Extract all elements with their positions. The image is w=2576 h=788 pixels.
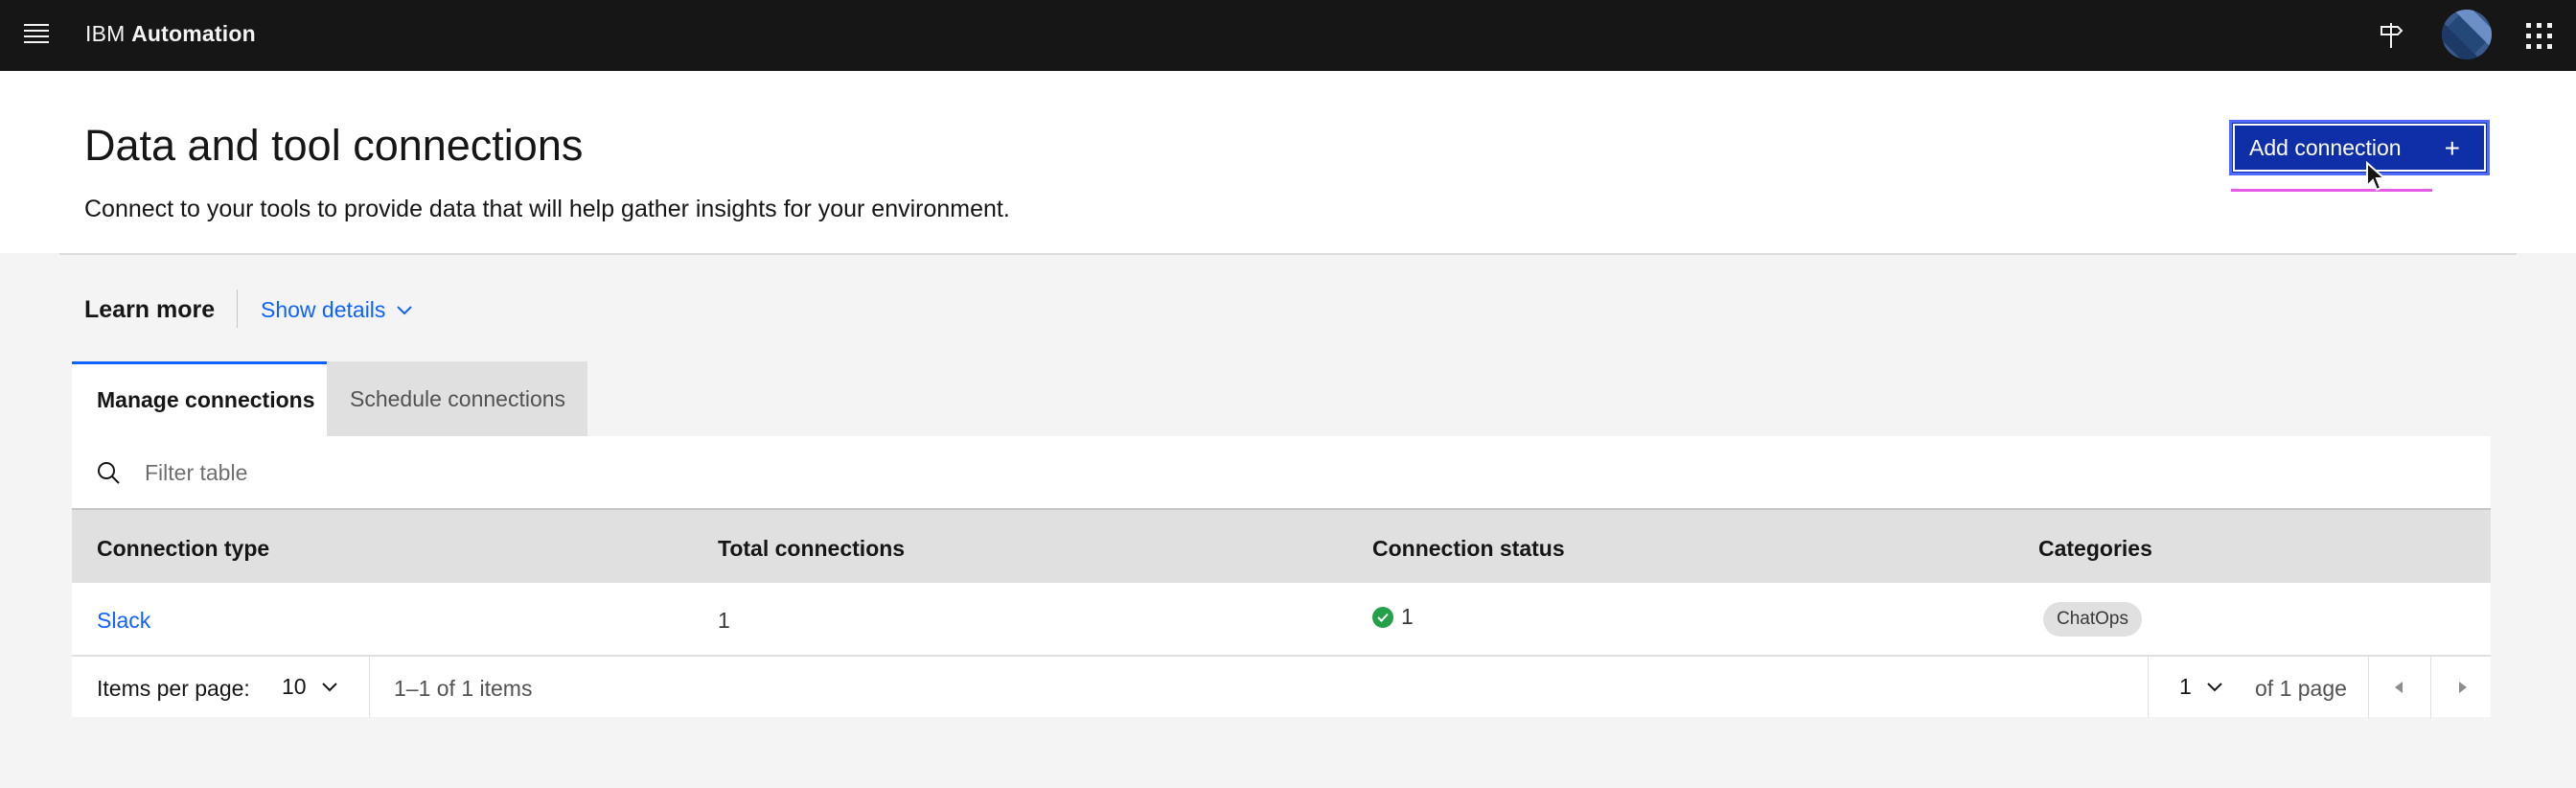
chevron-down-icon (321, 682, 337, 691)
total-connections-value: 1 (718, 608, 730, 633)
app-switcher-icon[interactable] (2520, 17, 2557, 54)
category-tag: ChatOps (2043, 602, 2142, 637)
tab-label: Manage connections (97, 387, 315, 412)
tab-manage-connections[interactable]: Manage connections (72, 361, 327, 436)
pagination-divider (2148, 657, 2149, 718)
add-connection-button[interactable]: Add connection + (2229, 120, 2490, 175)
chevron-down-icon (397, 305, 413, 314)
success-check-icon (1372, 606, 1393, 628)
pagination-bar: Items per page: 10 1–1 of 1 items 1 of 1… (72, 656, 2493, 718)
focus-underline (2231, 189, 2432, 192)
connections-table: Connection type Total connections Connec… (72, 436, 2493, 718)
column-header-connection-status[interactable]: Connection status (1372, 536, 1565, 562)
pin-icon[interactable] (2375, 19, 2407, 52)
top-navigation-bar: IBM Automation (0, 0, 2576, 71)
caret-left-icon (2395, 682, 2403, 693)
page-subtitle: Connect to your tools to provide data th… (84, 196, 1010, 222)
status-count: 1 (1401, 604, 1414, 629)
add-connection-label: Add connection (2249, 134, 2402, 160)
vertical-divider (237, 290, 238, 328)
connection-type-link[interactable]: Slack (97, 608, 150, 634)
pagination-divider (369, 657, 370, 718)
filter-table-input[interactable] (145, 453, 720, 492)
section-divider (59, 253, 2517, 255)
show-details-link[interactable]: Show details (261, 297, 413, 323)
table-header-row: Connection type Total connections Connec… (72, 510, 2491, 583)
column-header-categories[interactable]: Categories (2038, 536, 2152, 562)
plus-icon: + (2444, 133, 2460, 163)
page-total-text: of 1 page (2255, 676, 2347, 701)
menu-icon[interactable] (19, 16, 54, 51)
page-title: Data and tool connections (84, 121, 584, 170)
chevron-down-icon (2207, 682, 2222, 691)
connection-status-cell: 1 (1372, 604, 1414, 630)
avatar[interactable] (2442, 10, 2492, 59)
column-header-connection-type[interactable]: Connection type (97, 536, 269, 562)
table-row: Slack 1 1 ChatOps (72, 583, 2491, 656)
search-icon (98, 462, 120, 484)
items-per-page-value: 10 (282, 674, 307, 699)
items-per-page-label: Items per page: (97, 676, 250, 701)
show-details-label: Show details (261, 297, 386, 322)
brand-product: Automation (131, 21, 256, 46)
brand-name[interactable]: IBM Automation (85, 21, 256, 47)
items-per-page-select[interactable]: 10 (282, 674, 337, 700)
table-toolbar (72, 436, 2491, 510)
mouse-cursor-icon (2366, 161, 2386, 192)
page-select[interactable]: 1 (2179, 674, 2222, 700)
range-text: 1–1 of 1 items (394, 676, 533, 701)
page-header: Data and tool connections Connect to you… (0, 71, 2576, 253)
tab-schedule-connections[interactable]: Schedule connections (327, 361, 587, 436)
tab-label: Schedule connections (350, 385, 566, 411)
learn-more-heading: Learn more (84, 296, 216, 323)
previous-page-button[interactable] (2369, 657, 2430, 718)
next-page-button[interactable] (2431, 657, 2493, 718)
page-value: 1 (2179, 674, 2192, 699)
brand-prefix: IBM (85, 21, 126, 46)
caret-right-icon (2459, 682, 2467, 693)
column-header-total-connections[interactable]: Total connections (718, 536, 905, 562)
